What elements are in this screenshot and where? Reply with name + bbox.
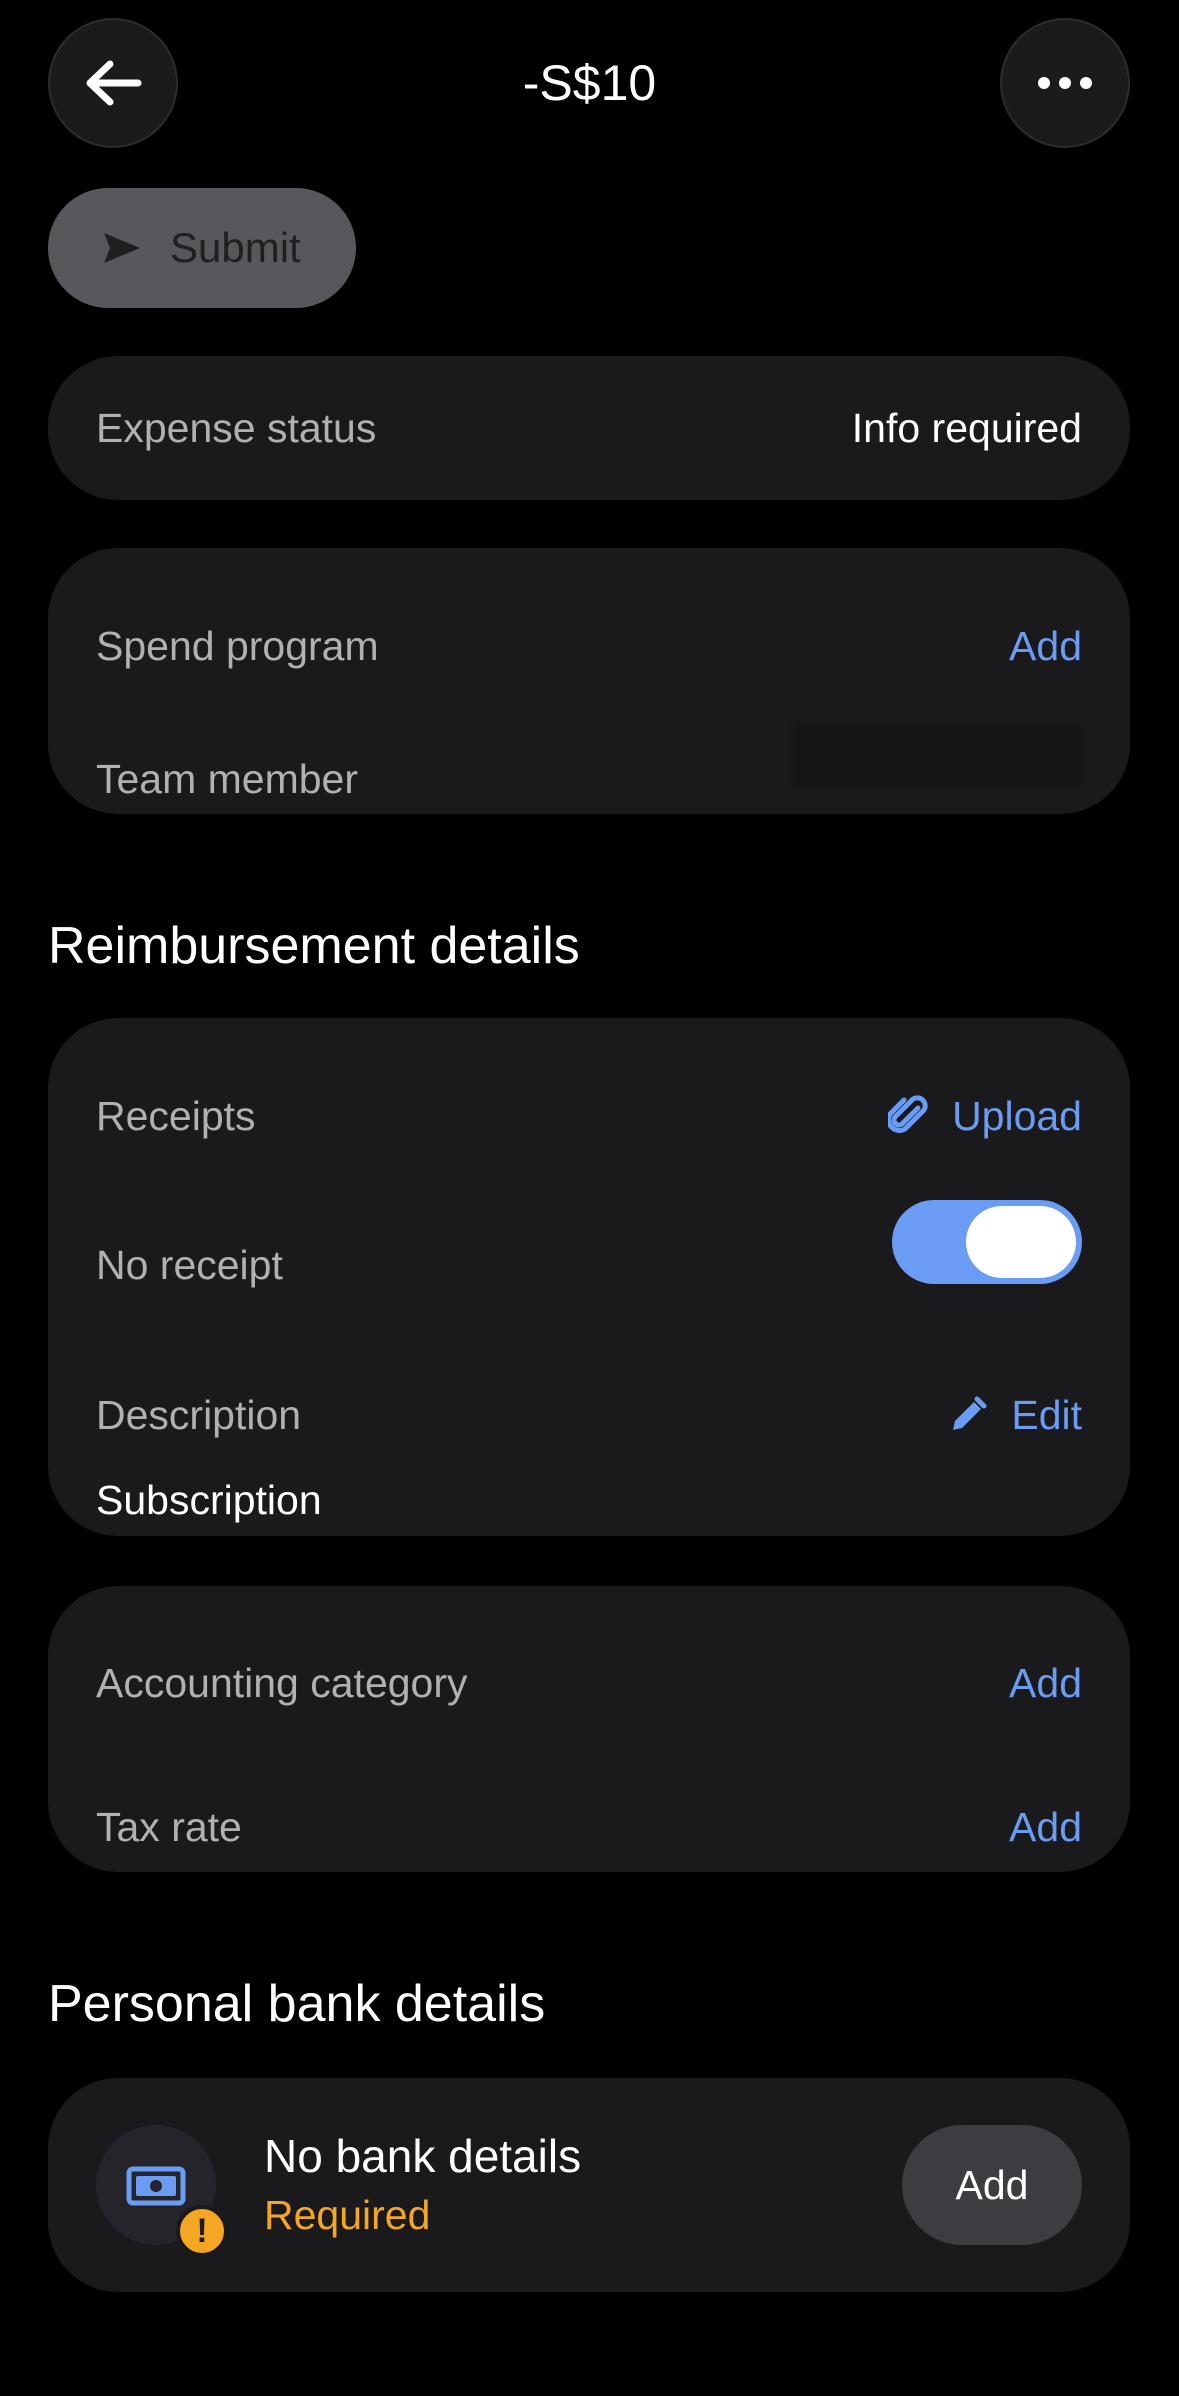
bank-item-status: Required [264,2192,431,2238]
paperclip-icon [888,1094,928,1138]
receipts-label: Receipts [96,1093,256,1139]
submit-label: Submit [170,224,301,271]
edit-label: Edit [1011,1392,1082,1438]
description-value: Subscription [96,1477,322,1523]
reimbursement-section-title: Reimbursement details [48,917,580,975]
pencil-icon [949,1396,987,1434]
team-member-value-redacted [792,724,1082,786]
reimbursement-card: Receipts Upload No receipt Description E… [48,1018,1130,1536]
bank-card-icon [126,2161,186,2209]
spend-program-label: Spend program [96,623,379,669]
bank-section-title: Personal bank details [48,1975,546,2033]
expense-status-label: Expense status [96,405,377,451]
expense-status-card: Expense status Info required [48,356,1130,500]
toggle-knob [966,1206,1076,1278]
warning-icon: ! [176,2205,228,2257]
tax-rate-label: Tax rate [96,1804,242,1850]
program-card: Spend program Add Team member [48,548,1130,814]
edit-description-button[interactable]: Edit [949,1390,1082,1440]
accounting-category-label: Accounting category [96,1660,468,1706]
upload-receipt-button[interactable]: Upload [888,1091,1082,1141]
team-member-label: Team member [96,756,359,802]
tax-rate-add-button[interactable]: Add [1009,1802,1082,1852]
add-bank-details-button[interactable]: Add [902,2125,1082,2245]
more-options-button[interactable] [1000,18,1130,148]
bank-card: ! No bank details Required Add [48,2078,1130,2292]
submit-button[interactable]: Submit [48,188,356,308]
accounting-card: Accounting category Add Tax rate Add [48,1586,1130,1872]
upload-label: Upload [952,1093,1082,1139]
send-icon [102,231,142,265]
no-receipt-toggle[interactable] [892,1200,1082,1284]
description-label: Description [96,1392,302,1438]
more-horizontal-icon [1037,76,1093,90]
spend-program-add-button[interactable]: Add [1009,621,1082,671]
bank-item-title: No bank details [264,2130,582,2182]
expense-status-value: Info required [851,405,1082,451]
no-receipt-label: No receipt [96,1242,283,1288]
accounting-category-add-button[interactable]: Add [1009,1658,1082,1708]
